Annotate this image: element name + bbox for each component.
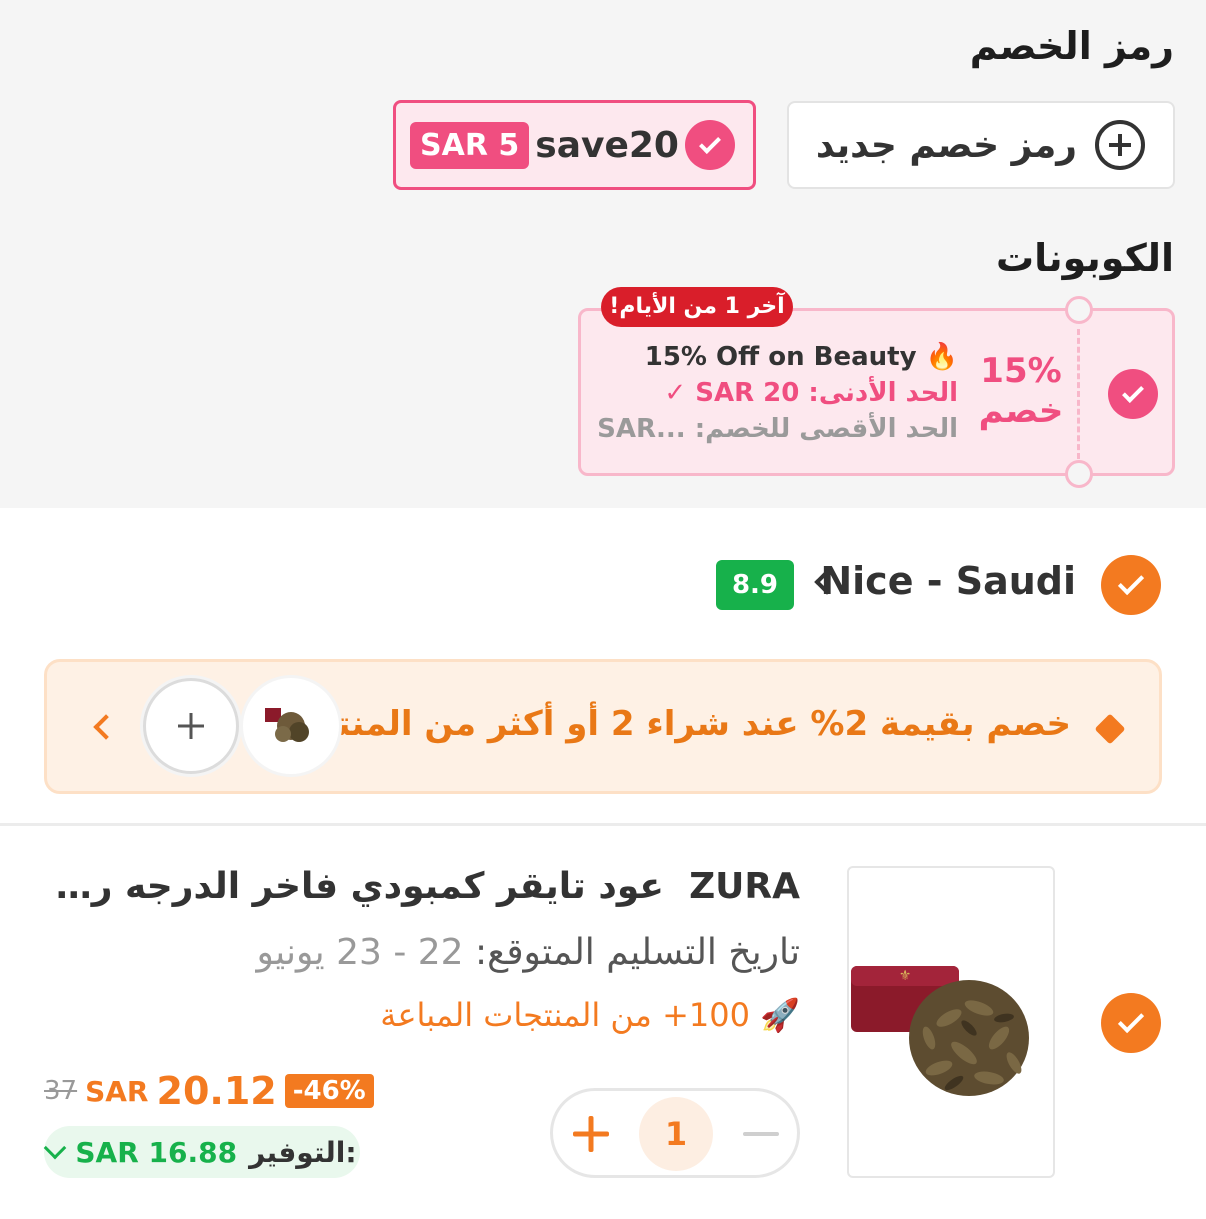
- store-name[interactable]: Nice - Saudi: [820, 559, 1076, 603]
- promo-text: خصم بقيمة 2% عند شراء 2 أو أكثر من المنت…: [266, 704, 1071, 744]
- quantity-value[interactable]: 1: [639, 1097, 713, 1171]
- coupon-percent: 15% خصم: [975, 351, 1067, 431]
- coupon-percent-value: 15%: [980, 351, 1062, 391]
- price-row: 37 SAR 20.12 -46%: [44, 1068, 374, 1114]
- current-price: 20.12: [156, 1069, 277, 1113]
- coupon-percent-label: خصم: [978, 391, 1064, 431]
- promo-product-thumbnail[interactable]: [243, 678, 339, 774]
- checkmark-icon: ✓: [664, 378, 687, 408]
- discount-code-title: رمز الخصم: [969, 24, 1174, 68]
- tag-icon: [1094, 713, 1126, 745]
- add-product-button[interactable]: [143, 678, 239, 774]
- price-currency: SAR: [85, 1074, 149, 1108]
- product-select-check-icon[interactable]: [1101, 993, 1161, 1053]
- discount-badge: -46%: [284, 1074, 374, 1108]
- quantity-stepper: 1: [550, 1088, 800, 1178]
- coupon-min-spend: الحد الأدنى: SAR 20 ✓: [664, 378, 958, 408]
- discount-section: رمز الخصم رمز خصم جديد SAR 5 save20 الكو…: [0, 0, 1206, 508]
- coupons-title: الكوبونات: [995, 236, 1174, 280]
- product-image[interactable]: ⚜: [847, 866, 1055, 1178]
- applied-code-text: save20: [535, 124, 679, 166]
- new-discount-code-button[interactable]: رمز خصم جديد: [787, 101, 1175, 189]
- decrease-quantity-button[interactable]: [743, 1132, 779, 1136]
- savings-label: التوفير:: [249, 1135, 357, 1169]
- savings-pill[interactable]: SAR 16.88 التوفير:: [44, 1126, 360, 1178]
- product-brand: ZURA: [689, 866, 800, 907]
- fire-icon: 🔥: [925, 342, 958, 372]
- sold-count: 🚀 100+ من المنتجات المباعة: [380, 996, 800, 1034]
- add-circle-icon: [1095, 120, 1145, 170]
- coupon-max-discount: الحد الأقصى للخصم: ...SAR: [597, 414, 958, 444]
- rocket-icon: 🚀: [760, 996, 800, 1034]
- coupon-name: 🔥 15% Off on Beauty: [644, 342, 958, 372]
- code-amount-badge: SAR 5: [410, 121, 530, 169]
- new-code-label: رمز خصم جديد: [815, 124, 1077, 166]
- coupon-card[interactable]: 15% خصم 🔥 15% Off on Beauty الحد الأدنى:…: [578, 296, 1175, 488]
- bundle-promo-banner[interactable]: خصم بقيمة 2% عند شراء 2 أو أكثر من المنت…: [44, 659, 1162, 794]
- store-select-check-icon[interactable]: [1101, 555, 1161, 615]
- chevron-left-icon[interactable]: [93, 714, 119, 740]
- increase-quantity-button[interactable]: [573, 1116, 609, 1152]
- plus-icon: [178, 713, 204, 739]
- store-row[interactable]: Nice - Saudi 8.9: [0, 555, 1206, 615]
- check-icon: [684, 120, 735, 170]
- savings-amount: SAR 16.88: [75, 1135, 238, 1169]
- applied-code-chip[interactable]: SAR 5 save20: [393, 100, 756, 190]
- coupon-selected-check-icon[interactable]: [1108, 369, 1158, 419]
- product-title[interactable]: ZURA عود تايقر كمبودي فاخر الدرجه رقم 1: [40, 866, 800, 907]
- delivery-dates: 22 - 23 يونيو: [256, 932, 464, 973]
- delivery-estimate: تاريخ التسليم المتوقع: 22 - 23 يونيو: [256, 932, 800, 973]
- coupon-expiry-ribbon: آخر 1 من الأيام!: [601, 287, 793, 327]
- store-rating-badge: 8.9: [716, 560, 794, 610]
- svg-text:⚜: ⚜: [899, 968, 912, 984]
- divider: [0, 823, 1206, 826]
- chevron-down-icon: [44, 1136, 67, 1160]
- original-price: 37: [44, 1076, 78, 1106]
